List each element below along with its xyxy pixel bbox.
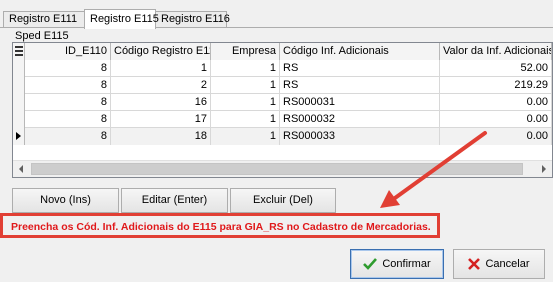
table-row[interactable]: 8 2 1 RS 219.29 56 — [13, 77, 552, 94]
table-row[interactable]: 8 1 1 RS 52.00 54 — [13, 60, 552, 77]
column-header-valor[interactable]: Valor da Inf. Adicionais — [440, 43, 552, 60]
cell-codigo: 18 — [111, 128, 211, 145]
warning-message: Preencha os Cód. Inf. Adicionais do E115… — [11, 221, 431, 233]
cell-cod-inf: RS — [280, 60, 440, 77]
confirmar-label: Confirmar — [382, 258, 431, 270]
cell-codigo: 17 — [111, 111, 211, 128]
scroll-right-arrow-icon[interactable] — [535, 161, 552, 177]
row-selector[interactable] — [13, 111, 25, 128]
scroll-left-arrow-icon[interactable] — [13, 161, 30, 177]
scrollbar-thumb[interactable] — [31, 163, 523, 175]
row-selector[interactable] — [13, 128, 25, 145]
cell-cod-inf: RS000033 — [280, 128, 440, 145]
horizontal-scrollbar[interactable] — [13, 160, 552, 177]
cell-empresa: 1 — [211, 94, 280, 111]
tab-divider — [0, 27, 553, 28]
excluir-button[interactable]: Excluir (Del) — [230, 188, 336, 213]
tab-registro-e111[interactable]: Registro E111 — [3, 11, 85, 28]
cell-valor: 0.00 — [440, 128, 552, 145]
cell-cod-inf: RS000031 — [280, 94, 440, 111]
table-row-current[interactable]: 8 18 1 RS000033 0.00 Va — [13, 128, 552, 145]
grid-header-row: ID_E110 Código Registro E115 Empresa Cód… — [13, 43, 552, 60]
data-grid[interactable]: ID_E110 Código Registro E115 Empresa Cód… — [12, 42, 553, 178]
tab-label: Registro E115 — [90, 13, 159, 25]
current-row-indicator-icon — [16, 132, 21, 140]
tab-registro-e116[interactable]: Registro E116 — [155, 11, 230, 28]
cell-codigo: 16 — [111, 94, 211, 111]
tab-label: Registro E116 — [161, 13, 230, 25]
cell-id: 8 — [25, 77, 111, 94]
tab-label: Registro E111 — [9, 13, 78, 25]
cell-codigo: 1 — [111, 60, 211, 77]
row-selector[interactable] — [13, 60, 25, 77]
row-selector[interactable] — [13, 94, 25, 111]
cell-cod-inf: RS — [280, 77, 440, 94]
cancelar-label: Cancelar — [485, 258, 530, 270]
cell-id: 8 — [25, 94, 111, 111]
table-row[interactable]: 8 16 1 RS000031 0.00 Fa — [13, 94, 552, 111]
cell-empresa: 1 — [211, 128, 280, 145]
column-header-codigo[interactable]: Código Registro E115 — [111, 43, 211, 60]
column-header-empresa[interactable]: Empresa — [211, 43, 280, 60]
tab-registro-e115[interactable]: Registro E115 — [84, 9, 159, 29]
cell-cod-inf: RS000032 — [280, 111, 440, 128]
cell-id: 8 — [25, 60, 111, 77]
cell-empresa: 1 — [211, 60, 280, 77]
tab-strip: Registro E111 Registro E115 Registro E11… — [3, 9, 553, 29]
cell-valor: 52.00 — [440, 60, 552, 77]
column-header-cod-inf[interactable]: Código Inf. Adicionais — [280, 43, 440, 60]
cell-codigo: 2 — [111, 77, 211, 94]
grid-menu-icon[interactable] — [13, 43, 25, 60]
warning-message-box: Preencha os Cód. Inf. Adicionais do E115… — [0, 213, 440, 238]
row-selector[interactable] — [13, 77, 25, 94]
close-x-icon — [468, 258, 481, 270]
novo-button[interactable]: Novo (Ins) — [12, 188, 119, 213]
cancelar-button[interactable]: Cancelar — [453, 249, 545, 279]
confirmar-button[interactable]: Confirmar — [350, 249, 444, 279]
cell-empresa: 1 — [211, 111, 280, 128]
table-row[interactable]: 8 17 1 RS000032 0.00 Nº — [13, 111, 552, 128]
editar-button[interactable]: Editar (Enter) — [121, 188, 228, 213]
cell-id: 8 — [25, 111, 111, 128]
cell-id: 8 — [25, 128, 111, 145]
cell-empresa: 1 — [211, 77, 280, 94]
cell-valor: 219.29 — [440, 77, 552, 94]
section-label: Sped E115 — [15, 30, 69, 42]
cell-valor: 0.00 — [440, 94, 552, 111]
column-header-id[interactable]: ID_E110 — [25, 43, 111, 60]
checkmark-icon — [363, 258, 378, 270]
cell-valor: 0.00 — [440, 111, 552, 128]
